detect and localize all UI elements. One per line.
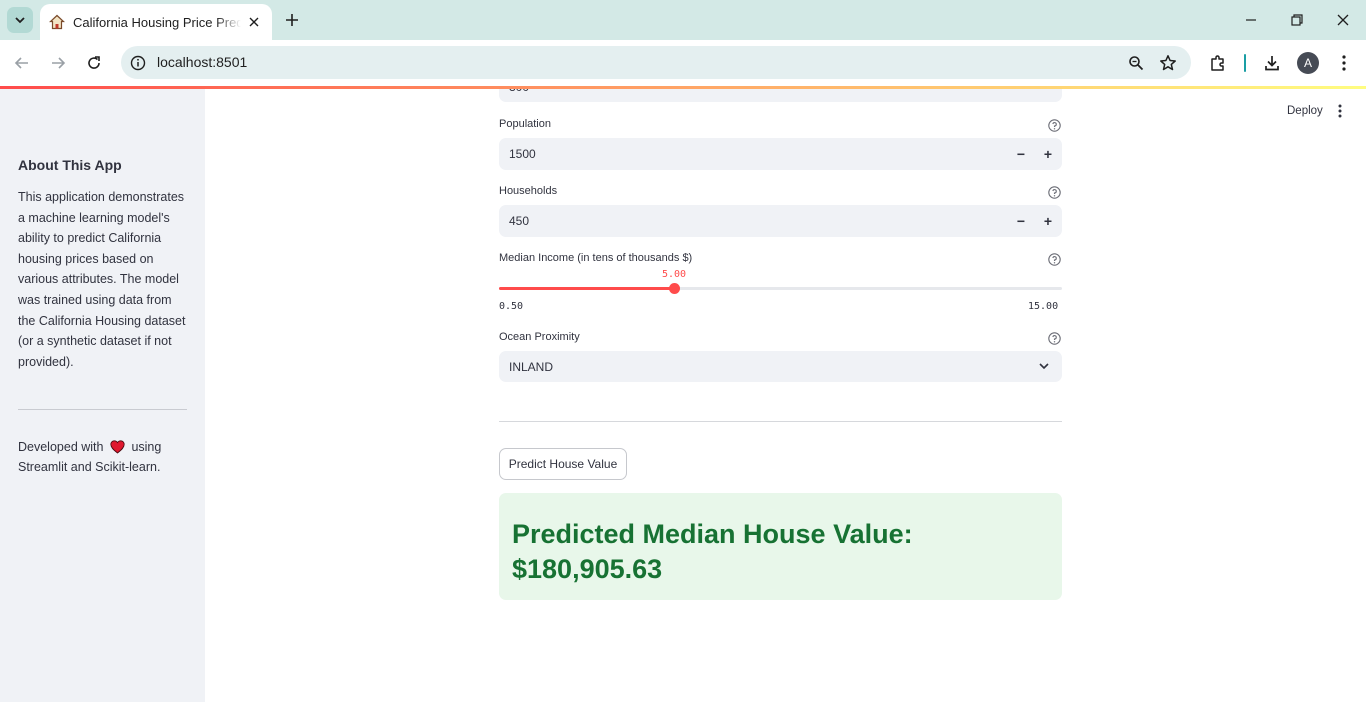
app-menu-icon[interactable] — [1331, 101, 1349, 121]
ocean-proximity-label: Ocean Proximity — [499, 331, 580, 343]
footer-prefix: Developed with — [18, 440, 104, 454]
download-icon[interactable] — [1261, 52, 1283, 74]
previous-input-field[interactable]: 300 — [499, 89, 1062, 102]
back-icon[interactable] — [11, 52, 33, 74]
forward-icon[interactable] — [47, 52, 69, 74]
house-favicon-icon — [49, 14, 65, 30]
reload-icon[interactable] — [83, 52, 105, 74]
increment-button[interactable]: + — [1038, 144, 1058, 164]
tab-search-button[interactable] — [7, 7, 33, 33]
households-label: Households — [499, 185, 558, 197]
ocean-proximity-value: INLAND — [509, 360, 554, 374]
increment-button[interactable]: + — [1038, 211, 1058, 231]
minimize-icon[interactable] — [1241, 10, 1261, 30]
population-label: Population — [499, 118, 551, 130]
sidebar: About This App This application demonstr… — [0, 89, 205, 702]
restore-icon[interactable] — [1287, 10, 1307, 30]
households-value: 450 — [509, 214, 530, 228]
slider-max-label: 15.00 — [1028, 301, 1059, 312]
decrement-button[interactable]: − — [1011, 144, 1031, 164]
households-input[interactable]: 450 − + — [499, 205, 1062, 237]
url-text: localhost:8501 — [157, 54, 248, 70]
browser-toolbar: localhost:8501 A — [0, 40, 1366, 86]
extensions-icon[interactable] — [1207, 52, 1229, 74]
deploy-button[interactable]: Deploy — [1279, 101, 1331, 121]
previous-input-value: 300 — [509, 89, 529, 94]
population-value: 1500 — [509, 147, 536, 161]
profile-avatar[interactable]: A — [1297, 52, 1319, 74]
zoom-icon[interactable] — [1126, 53, 1146, 73]
sidebar-divider — [18, 409, 187, 410]
help-icon[interactable] — [1048, 119, 1061, 132]
ocean-proximity-select[interactable]: INLAND — [499, 351, 1062, 382]
close-tab-icon[interactable] — [246, 14, 262, 30]
sidebar-heading: About This App — [18, 157, 122, 173]
chevron-down-icon — [1037, 359, 1051, 373]
browser-tab-bar: California Housing Price Predictor — [0, 0, 1366, 40]
help-icon[interactable] — [1048, 253, 1061, 266]
prediction-result-text: Predicted Median House Value: $180,905.6… — [512, 519, 913, 584]
predict-button[interactable]: Predict House Value — [499, 448, 627, 480]
slider-fill — [499, 287, 674, 290]
slider-thumb[interactable] — [669, 283, 680, 294]
site-info-icon[interactable] — [129, 54, 147, 72]
close-window-icon[interactable] — [1333, 10, 1353, 30]
chevron-down-icon — [15, 17, 25, 24]
population-input[interactable]: 1500 − + — [499, 138, 1062, 170]
bookmark-star-icon[interactable] — [1158, 53, 1178, 73]
new-tab-icon[interactable] — [282, 10, 302, 30]
browser-menu-icon[interactable] — [1333, 52, 1355, 74]
sidebar-description: This application demonstrates a machine … — [18, 190, 186, 369]
median-income-slider[interactable] — [499, 283, 1062, 294]
section-divider — [499, 421, 1062, 422]
address-bar[interactable]: localhost:8501 — [121, 46, 1191, 79]
browser-tab[interactable]: California Housing Price Predictor — [40, 4, 272, 40]
median-income-label: Median Income (in tens of thousands $) — [499, 252, 693, 264]
help-icon[interactable] — [1048, 186, 1061, 199]
slider-min-label: 0.50 — [499, 301, 524, 312]
heart-icon — [110, 440, 125, 454]
decrement-button[interactable]: − — [1011, 211, 1031, 231]
slider-current-value: 5.00 — [661, 269, 687, 280]
sidebar-footer: Developed with using Streamlit and Sciki… — [18, 437, 192, 477]
help-icon[interactable] — [1048, 332, 1061, 345]
toolbar-separator — [1244, 54, 1246, 72]
prediction-result-box: Predicted Median House Value: $180,905.6… — [499, 493, 1062, 600]
tab-title: California Housing Price Predictor — [73, 14, 241, 30]
